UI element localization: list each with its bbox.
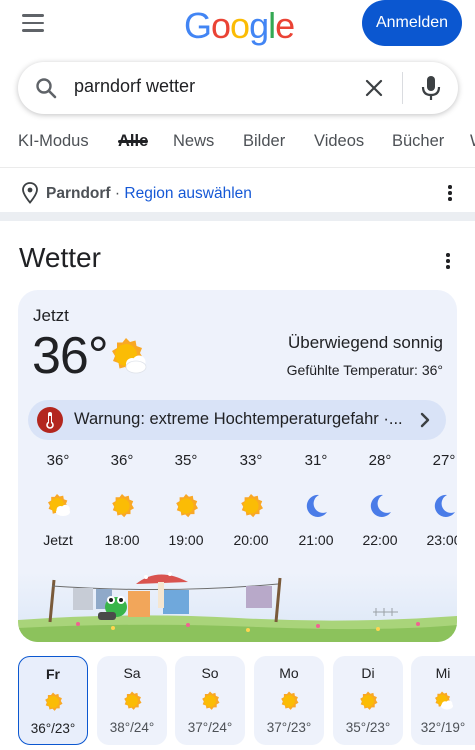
tab-ki-modus[interactable]: KI-Modus xyxy=(18,118,89,151)
search-icon xyxy=(36,78,57,99)
sun-icon xyxy=(176,494,198,518)
hourly-item: 35° 19:00 xyxy=(154,450,218,548)
clear-icon[interactable] xyxy=(363,77,385,99)
hourly-time: 23:00 xyxy=(426,532,457,548)
sun-icon xyxy=(241,494,263,518)
day-name: So xyxy=(201,665,219,681)
header: Google Anmelden xyxy=(0,0,475,56)
hourly-item: 27° 23:00 xyxy=(412,450,457,548)
tab-videos[interactable]: Videos xyxy=(314,118,364,151)
search-tabs: KI-Modus Alle News Bilder Videos Bücher … xyxy=(0,118,475,166)
day-temps: 36°/23° xyxy=(30,721,76,736)
section-divider xyxy=(0,212,475,221)
tab-bilder[interactable]: Bilder xyxy=(243,118,285,151)
day-card-di[interactable]: Di 35°/23° xyxy=(333,656,403,745)
signin-button[interactable]: Anmelden xyxy=(362,0,462,46)
google-logo[interactable]: Google xyxy=(184,5,295,47)
current-temperature: 36° xyxy=(32,327,109,385)
day-name: Fr xyxy=(46,666,60,682)
day-card-fr[interactable]: Fr 36°/23° xyxy=(18,656,88,745)
tab-buecher[interactable]: Bücher xyxy=(392,118,444,151)
weather-more-icon[interactable] xyxy=(446,253,450,269)
hourly-item: 36° Jetzt xyxy=(26,450,90,548)
now-label: Jetzt xyxy=(33,306,69,325)
hourly-forecast: 36° Jetzt 36° 18:00 35° 19:00 33° 20:00 … xyxy=(18,450,457,560)
feels-like-temperature: Gefühlte Temperatur: 36° xyxy=(286,362,443,378)
hourly-time: 21:00 xyxy=(298,532,334,548)
menu-icon[interactable] xyxy=(22,14,48,34)
weather-card: Jetzt 36° Überwiegend sonnig Gefühlte Te… xyxy=(18,290,457,642)
sun-cloud-icon xyxy=(435,691,453,710)
tabs-divider xyxy=(0,167,475,168)
warning-text: Warnung: extreme Hochtemperaturgefahr ·.… xyxy=(74,410,403,428)
hourly-item: 31° 21:00 xyxy=(284,450,348,548)
moon-icon xyxy=(370,494,391,517)
day-temps: 37°/23° xyxy=(266,720,312,735)
hourly-time: 20:00 xyxy=(233,532,269,548)
hourly-temp: 35° xyxy=(174,452,198,469)
hourly-temp: 33° xyxy=(239,452,263,469)
weather-illustration xyxy=(18,572,457,642)
day-card-sa[interactable]: Sa 38°/24° xyxy=(97,656,167,745)
tab-more[interactable]: W xyxy=(470,118,475,151)
location-text: Parndorf · Region auswählen xyxy=(46,185,252,203)
day-name: Sa xyxy=(123,665,141,681)
tab-alle[interactable]: Alle xyxy=(118,118,149,151)
region-select-link[interactable]: Region auswählen xyxy=(124,185,252,202)
sun-icon xyxy=(45,692,63,711)
search-bar[interactable] xyxy=(18,62,458,114)
thermometer-icon xyxy=(37,407,63,433)
chevron-right-icon xyxy=(420,412,430,428)
hourly-temp: 31° xyxy=(304,452,328,469)
sun-icon xyxy=(112,494,134,518)
hourly-temp: 27° xyxy=(432,452,456,469)
sun-cloud-icon xyxy=(112,338,147,374)
day-card-so[interactable]: So 37°/24° xyxy=(175,656,245,745)
hourly-temp: 36° xyxy=(46,452,70,469)
hourly-time: 18:00 xyxy=(104,532,140,548)
sun-icon xyxy=(360,691,378,710)
microphone-icon[interactable] xyxy=(418,74,444,102)
hourly-temp: 28° xyxy=(368,452,392,469)
sun-icon xyxy=(202,691,220,710)
location-more-icon[interactable] xyxy=(448,185,452,201)
day-card-mi[interactable]: Mi 32°/19° xyxy=(411,656,475,745)
day-temps: 35°/23° xyxy=(345,720,391,735)
day-name: Mi xyxy=(435,665,451,681)
day-name: Di xyxy=(361,665,375,681)
hourly-time: Jetzt xyxy=(43,532,73,548)
sun-cloud-icon xyxy=(48,494,70,516)
weather-condition: Überwiegend sonnig xyxy=(288,333,443,352)
hourly-temp: 36° xyxy=(110,452,134,469)
day-temps: 38°/24° xyxy=(109,720,155,735)
day-name: Mo xyxy=(279,665,299,681)
day-card-mo[interactable]: Mo 37°/23° xyxy=(254,656,324,745)
sun-icon xyxy=(281,691,299,710)
hourly-item: 28° 22:00 xyxy=(348,450,412,548)
hourly-item: 33° 20:00 xyxy=(219,450,283,548)
daily-forecast: Fr 36°/23° Sa 38°/24° So 37°/24° Mo 37°/… xyxy=(18,656,475,746)
weather-title: Wetter xyxy=(19,242,101,273)
moon-icon xyxy=(306,494,327,517)
search-divider xyxy=(402,72,403,104)
hourly-time: 19:00 xyxy=(168,532,204,548)
search-input[interactable] xyxy=(74,76,344,97)
tab-news[interactable]: News xyxy=(173,118,214,151)
location-bar: Parndorf · Region auswählen xyxy=(0,172,475,212)
hourly-item: 36° 18:00 xyxy=(90,450,154,548)
location-pin-icon xyxy=(22,182,38,204)
day-temps: 32°/19° xyxy=(420,720,466,735)
location-city: Parndorf xyxy=(46,185,111,202)
day-temps: 37°/24° xyxy=(187,720,233,735)
heat-warning-banner[interactable]: Warnung: extreme Hochtemperaturgefahr ·.… xyxy=(28,400,446,440)
location-separator: · xyxy=(114,185,121,202)
sun-icon xyxy=(124,691,142,710)
hourly-time: 22:00 xyxy=(362,532,398,548)
moon-icon xyxy=(434,494,455,517)
